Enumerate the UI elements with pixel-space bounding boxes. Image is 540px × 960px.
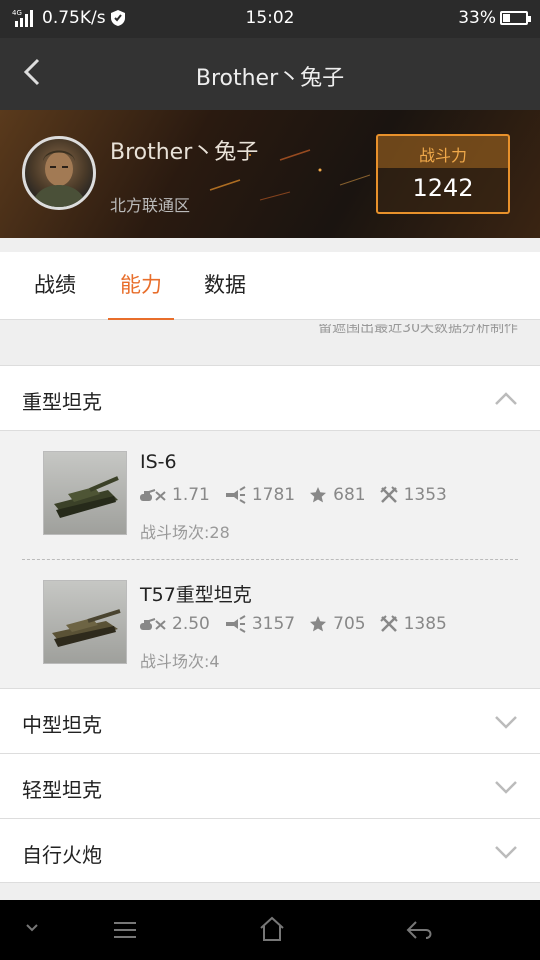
tank-stats: 2.50 3157 705 1385 (140, 614, 461, 634)
heavy-tank-list: IS-6 1.71 1781 681 1353 战斗场次:28 T57重型坦克 … (0, 430, 540, 688)
page-title: Brother丶兔子 (195, 66, 345, 91)
kill-ratio-stat: 2.50 (140, 614, 210, 634)
avatar[interactable] (22, 136, 96, 210)
list-item[interactable]: T57重型坦克 2.50 3157 705 1385 战斗场次:4 (0, 560, 540, 688)
section-title: 自行火炮 (22, 843, 102, 867)
kills-value: 1385 (403, 614, 447, 634)
section-title: 重型坦克 (22, 390, 102, 414)
tab-data-label: 数据 (204, 273, 246, 297)
section-heavy-tank[interactable]: 重型坦克 (0, 365, 540, 430)
star-icon (310, 487, 327, 503)
player-region: 北方联通区 (110, 196, 191, 215)
active-tab-underline (108, 318, 174, 320)
exp-stat: 681 (309, 485, 366, 505)
chevron-down-icon[interactable] (494, 715, 518, 729)
crossed-swords-icon (379, 486, 398, 503)
tab-record-label: 战绩 (34, 273, 76, 297)
section-light-tank[interactable]: 轻型坦克 (0, 753, 540, 818)
battle-count: 战斗场次:4 (140, 652, 220, 671)
tab-record[interactable]: 战绩 (34, 252, 76, 320)
star-icon (310, 616, 327, 632)
home-icon[interactable] (258, 916, 286, 942)
tank-thumbnail (43, 580, 127, 664)
kill-ratio-value: 2.50 (172, 614, 210, 634)
system-nav-bar (0, 900, 540, 960)
combat-power-box: 战斗力 1242 (376, 134, 510, 214)
tank-ratio-icon (140, 489, 166, 501)
damage-stat: 3157 (224, 614, 295, 634)
list-item[interactable]: IS-6 1.71 1781 681 1353 战斗场次:28 (0, 431, 540, 559)
chevron-down-icon[interactable] (24, 922, 40, 934)
section-medium-tank[interactable]: 中型坦克 (0, 688, 540, 753)
damage-value: 1781 (251, 485, 296, 505)
crossed-swords-icon (379, 615, 398, 632)
tank-thumbnail (43, 451, 127, 535)
kills-stat: 1385 (379, 614, 447, 634)
damage-value: 3157 (251, 614, 296, 634)
damage-stat: 1781 (224, 485, 295, 505)
tank-name: IS-6 (140, 451, 177, 473)
combat-power-value: 1242 (412, 174, 474, 202)
exp-value: 705 (333, 614, 366, 634)
tank-icon (54, 476, 119, 518)
battle-count: 战斗场次:28 (140, 523, 230, 542)
shell-burst-icon (225, 486, 246, 504)
exp-stat: 705 (309, 614, 366, 634)
soldier-portrait-icon (31, 150, 87, 207)
section-title: 中型坦克 (22, 713, 102, 737)
status-bar: 4G 0.75K/s 15:02 33% (0, 0, 540, 38)
chevron-down-icon[interactable] (494, 845, 518, 859)
kills-stat: 1353 (379, 485, 447, 505)
tank-icon (52, 609, 121, 647)
combat-power-label: 战斗力 (378, 136, 508, 168)
section-title: 轻型坦克 (22, 778, 102, 802)
kill-ratio-stat: 1.71 (140, 485, 210, 505)
back-icon[interactable] (406, 920, 434, 940)
tab-data[interactable]: 数据 (204, 252, 246, 320)
tab-ability-label: 能力 (120, 273, 162, 297)
shell-burst-icon (225, 615, 246, 633)
player-name: Brother丶兔子 (110, 140, 259, 165)
section-spg[interactable]: 自行火炮 (0, 818, 540, 883)
menu-icon[interactable] (112, 920, 138, 940)
kill-ratio-value: 1.71 (172, 485, 210, 505)
kills-value: 1353 (403, 485, 447, 505)
profile-header: Brother丶兔子 北方联通区 战斗力 1242 (0, 110, 540, 238)
exp-value: 681 (333, 485, 366, 505)
tab-ability[interactable]: 能力 (108, 252, 174, 320)
tank-categories: 重型坦克 IS-6 1.71 1781 681 1353 战斗场次:28 T57… (0, 338, 540, 883)
status-right: 33% (458, 8, 531, 28)
battery-icon (500, 11, 531, 25)
title-bar: Brother丶兔子 (0, 38, 540, 110)
tab-bar: 战绩 能力 数据 (0, 252, 540, 320)
tank-name: T57重型坦克 (140, 584, 252, 606)
tank-stats: 1.71 1781 681 1353 (140, 485, 461, 505)
tank-ratio-icon (140, 618, 166, 630)
chevron-down-icon[interactable] (494, 780, 518, 794)
battery-percent: 33% (458, 8, 496, 28)
chevron-up-icon[interactable] (494, 392, 518, 406)
